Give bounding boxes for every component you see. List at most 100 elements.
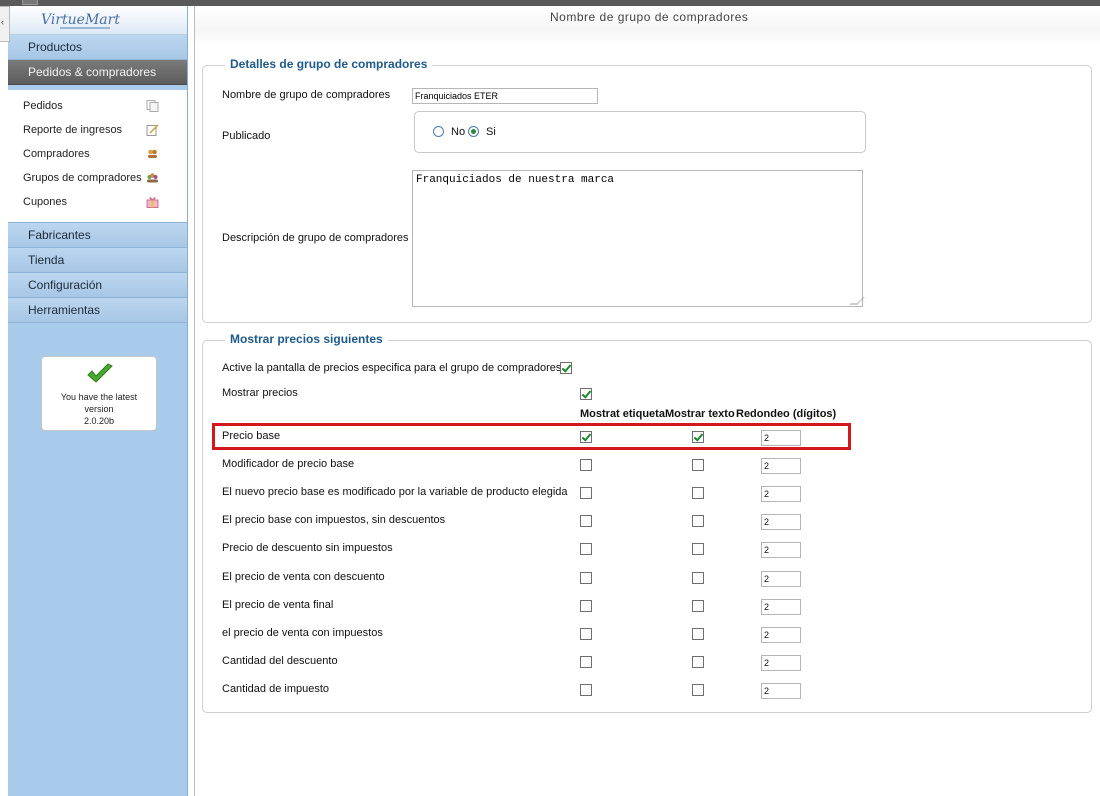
sidebar-collapse-toggle[interactable]: ‹ [0, 6, 10, 42]
chevron-left-icon: ‹ [1, 17, 4, 27]
sidebar: VirtueMart Productos Pedidos & comprador… [8, 6, 188, 796]
submenu: Pedidos Reporte de ingresos Compradores … [8, 90, 187, 223]
menu-configuracion[interactable]: Configuración [8, 273, 187, 298]
group-icon [147, 173, 158, 183]
price-row-label: Cantidad de impuesto [222, 683, 330, 695]
price-row-label: El precio de venta final [222, 599, 334, 611]
radio-no-label: No [451, 126, 466, 138]
price-row-label: El precio base con impuestos, sin descue… [222, 514, 446, 526]
main-content: Nombre de grupo de compradores Detalles … [194, 6, 1100, 796]
show-label-checkbox[interactable] [580, 684, 592, 696]
show-text-checkbox[interactable] [692, 459, 704, 471]
show-label-checkbox[interactable] [580, 487, 592, 499]
description-textarea[interactable]: Franquiciados de nuestra marca [412, 170, 865, 307]
show-label-checkbox[interactable] [580, 515, 592, 527]
show-label-checkbox[interactable] [580, 600, 592, 612]
page-title: Nombre de grupo de compradores [550, 10, 749, 24]
rounding-input[interactable]: 2 [761, 486, 801, 502]
show-label-checkbox[interactable] [580, 459, 592, 471]
price-row-label: Precio base [222, 430, 281, 442]
pages-icon [146, 100, 159, 112]
radio-no[interactable] [433, 126, 444, 137]
show-label-checkbox[interactable] [580, 656, 592, 668]
radio-si-label: Si [486, 126, 496, 138]
window-icon [22, 0, 38, 5]
show-label-checkbox[interactable] [580, 543, 592, 555]
show-text-checkbox[interactable] [692, 431, 704, 443]
column-header-texto: Mostrar texto [665, 408, 735, 420]
price-row-label: Modificador de precio base [222, 458, 355, 470]
activate-checkbox[interactable] [560, 362, 572, 374]
rounding-input[interactable]: 2 [761, 571, 801, 587]
price-row-label: El precio de venta con descuento [222, 571, 385, 583]
menu-tienda[interactable]: Tienda [8, 248, 187, 273]
highlight-annotation [212, 423, 851, 450]
show-label-checkbox[interactable] [580, 628, 592, 640]
show-text-checkbox[interactable] [692, 543, 704, 555]
group-name-label: Nombre de grupo de compradores [222, 89, 391, 101]
sidebar-item-grupos-compradores[interactable]: Grupos de compradores [23, 168, 183, 188]
show-text-checkbox[interactable] [692, 600, 704, 612]
version-line-2: version [84, 404, 114, 414]
rounding-input[interactable]: 2 [761, 514, 801, 530]
sidebar-item-reporte[interactable]: Reporte de ingresos [23, 120, 183, 140]
show-text-checkbox[interactable] [692, 572, 704, 584]
details-legend: Detalles de grupo de compradores [225, 57, 433, 71]
show-prices-checkbox[interactable] [580, 388, 592, 400]
menu-herramientas[interactable]: Herramientas [8, 298, 187, 323]
sidebar-item-label: Cupones [23, 196, 68, 208]
version-message: You have the latest version 2.0.20b [46, 391, 152, 427]
rounding-input[interactable]: 2 [761, 430, 801, 446]
sidebar-item-label: Compradores [23, 148, 90, 160]
menu-fabricantes[interactable]: Fabricantes [8, 223, 187, 248]
prices-legend: Mostrar precios siguientes [225, 332, 388, 346]
version-number: 2.0.20b [83, 416, 115, 426]
sidebar-item-label: Reporte de ingresos [23, 124, 123, 136]
show-text-checkbox[interactable] [692, 656, 704, 668]
price-row-label: el precio de venta con impuestos [222, 627, 383, 639]
rounding-input[interactable]: 2 [761, 655, 801, 671]
rounding-input[interactable]: 2 [761, 627, 801, 643]
page-header: Nombre de grupo de compradores [195, 6, 1100, 46]
rounding-input[interactable]: 2 [761, 542, 801, 558]
published-label: Publicado [222, 130, 271, 142]
rounding-input[interactable]: 2 [761, 683, 801, 699]
show-prices-label: Mostrar precios [222, 387, 298, 399]
report-icon [146, 124, 159, 136]
check-icon [87, 363, 113, 383]
description-label: Descripción de grupo de compradores [222, 232, 409, 244]
resize-grip-icon[interactable] [849, 297, 865, 305]
version-status-box: You have the latest version 2.0.20b [41, 356, 157, 431]
sidebar-item-compradores[interactable]: Compradores [23, 144, 183, 164]
version-line-1: You have the latest [60, 392, 138, 402]
rounding-input[interactable]: 2 [761, 458, 801, 474]
sidebar-item-label: Grupos de compradores [23, 172, 142, 184]
column-header-etiqueta: Mostrat etiqueta [580, 408, 665, 420]
description-text: Franquiciados de nuestra marca [416, 174, 615, 186]
users-icon [148, 149, 157, 158]
activate-label: Active la pantalla de precios especifica… [222, 362, 562, 374]
show-text-checkbox[interactable] [692, 515, 704, 527]
sidebar-item-cupones[interactable]: Cupones [23, 192, 183, 212]
price-row-label: Cantidad del descuento [222, 655, 338, 667]
group-name-input[interactable]: Franquiciados ETER [412, 88, 598, 104]
show-label-checkbox[interactable] [580, 572, 592, 584]
logo-area[interactable]: VirtueMart [8, 6, 187, 35]
gift-icon [146, 197, 159, 208]
logo-tagline [60, 27, 110, 29]
virtuemart-logo[interactable]: VirtueMart [41, 12, 120, 28]
price-row-label: Precio de descuento sin impuestos [222, 542, 393, 554]
show-text-checkbox[interactable] [692, 684, 704, 696]
rounding-input[interactable]: 2 [761, 599, 801, 615]
radio-si[interactable] [468, 126, 479, 137]
price-row-label: El nuevo precio base es modificado por l… [222, 486, 568, 498]
show-label-checkbox[interactable] [580, 431, 592, 443]
menu-pedidos-compradores[interactable]: Pedidos & compradores [8, 60, 187, 85]
column-header-redondeo: Redondeo (dígitos) [736, 408, 837, 420]
show-text-checkbox[interactable] [692, 487, 704, 499]
sidebar-item-pedidos[interactable]: Pedidos [23, 96, 183, 116]
published-radio-group: No Si [414, 111, 866, 153]
sidebar-item-label: Pedidos [23, 100, 63, 112]
show-text-checkbox[interactable] [692, 628, 704, 640]
menu-productos[interactable]: Productos [8, 35, 187, 60]
